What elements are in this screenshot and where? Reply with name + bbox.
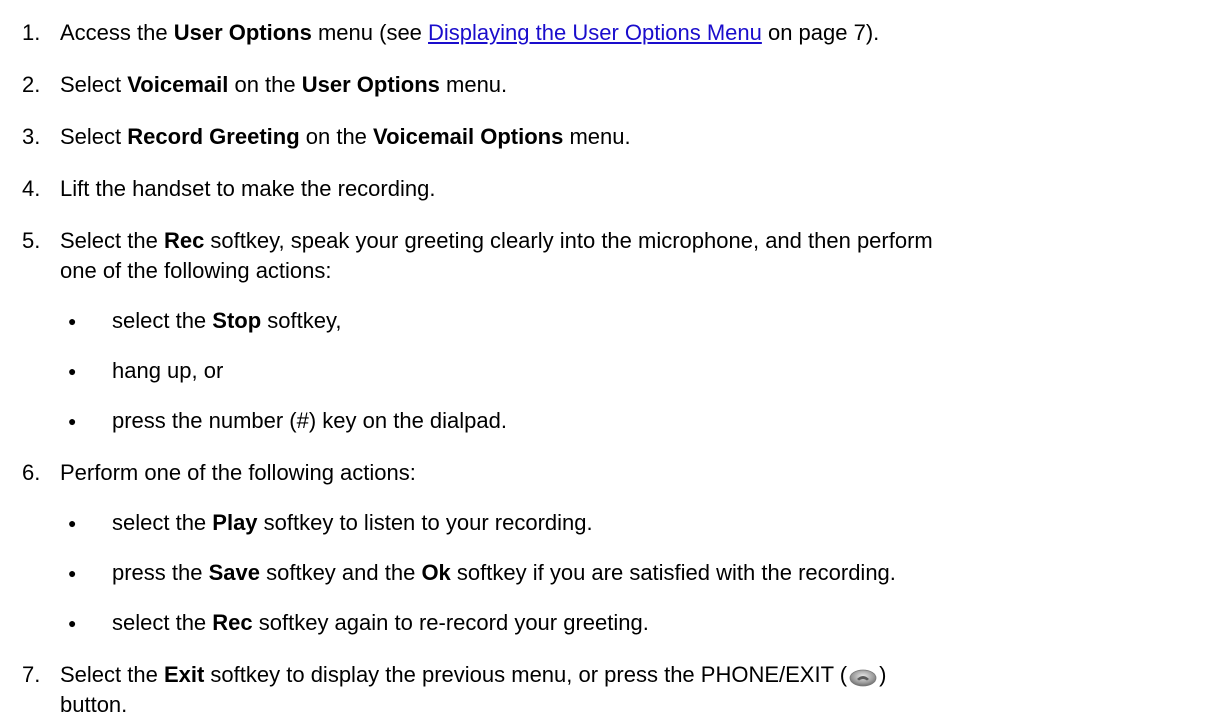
step-text: Perform one of the following actions: — [60, 458, 1200, 488]
text-run: menu. — [563, 124, 631, 149]
bullet-text: press the number (#) key on the dialpad. — [112, 406, 1192, 436]
bullet-icon: ● — [68, 565, 77, 581]
text-run: softkey again to re-record your greeting… — [252, 610, 649, 635]
text-run: Select — [60, 124, 128, 149]
step-number: 4. — [22, 176, 41, 201]
step-text: Select the Exit softkey to display the p… — [60, 660, 1200, 690]
text-run: softkey and the — [260, 560, 422, 585]
bold-term: Stop — [212, 308, 262, 333]
text-run: menu. — [439, 72, 508, 97]
text-run: press the number (#) key on the dialpad. — [112, 408, 508, 433]
text-run: Select — [60, 72, 128, 97]
step-number: 6. — [22, 460, 41, 485]
text-run: select the — [112, 308, 213, 333]
text-run: press the — [112, 560, 209, 585]
text-run: menu (see — [311, 20, 429, 45]
step-number: 3. — [22, 124, 41, 149]
step-text: one of the following actions: — [60, 258, 332, 283]
bullet-icon: ● — [68, 313, 77, 329]
bold-term: Exit — [163, 662, 205, 687]
step-text: button. — [60, 692, 128, 717]
bullet-text: select the Play softkey to listen to you… — [112, 508, 1192, 538]
bullet-text: select the Stop softkey, — [112, 306, 1192, 336]
text-run: Lift the handset to make the recording. — [60, 176, 436, 201]
bold-term: Save — [208, 560, 260, 585]
bullet-icon: ● — [68, 615, 77, 631]
text-run: Access the — [60, 20, 174, 45]
text-run: select the — [112, 510, 213, 535]
bold-term: Play — [212, 510, 258, 535]
cross-reference-link[interactable]: Displaying the User Options Menu — [428, 20, 762, 45]
bold-term: User Options — [301, 72, 440, 97]
bold-term: Voicemail Options — [373, 124, 564, 149]
text-run: Select the — [60, 228, 164, 253]
text-run: on page 7). — [761, 20, 880, 45]
text-run: ) — [879, 662, 887, 687]
text-run: softkey if you are satisfied with the re… — [450, 560, 896, 585]
phone-exit-icon — [849, 665, 877, 687]
bullet-icon: ● — [68, 413, 77, 429]
bullet-icon: ● — [68, 515, 77, 531]
step-text: Select Voicemail on the User Options men… — [60, 70, 1200, 100]
step-text: Select Record Greeting on the Voicemail … — [60, 122, 1200, 152]
step-number: 5. — [22, 228, 41, 253]
text-run: hang up, or — [112, 358, 224, 383]
text-run: Perform one of the following actions: — [60, 460, 416, 485]
text-run: softkey to listen to your recording. — [257, 510, 593, 535]
step-text: Access the User Options menu (see Displa… — [60, 18, 1200, 48]
bullet-text: hang up, or — [112, 356, 1192, 386]
bold-term: Ok — [421, 560, 451, 585]
bold-term: Rec — [163, 228, 205, 253]
bullet-text: select the Rec softkey again to re-recor… — [112, 608, 1192, 638]
text-run: softkey, speak your greeting clearly int… — [204, 228, 933, 253]
step-text: Select the Rec softkey, speak your greet… — [60, 226, 1200, 256]
step-number: 2. — [22, 72, 41, 97]
step-number: 7. — [22, 662, 41, 687]
text-run: Select the — [60, 662, 164, 687]
document-page: 1. Access the User Options menu (see Dis… — [0, 0, 1220, 717]
bold-term: Voicemail — [127, 72, 229, 97]
bullet-text: press the Save softkey and the Ok softke… — [112, 558, 1192, 588]
text-run: softkey, — [261, 308, 342, 333]
text-run: on the — [299, 124, 374, 149]
step-number: 1. — [22, 20, 41, 45]
bullet-icon: ● — [68, 363, 77, 379]
text-run: on the — [228, 72, 302, 97]
text-run: softkey to display the previous menu, or… — [204, 662, 848, 687]
bold-term: Rec — [212, 610, 253, 635]
bold-term: Record Greeting — [127, 124, 300, 149]
text-run: select the — [112, 610, 213, 635]
bold-term: User Options — [173, 20, 312, 45]
step-text: Lift the handset to make the recording. — [60, 174, 1200, 204]
